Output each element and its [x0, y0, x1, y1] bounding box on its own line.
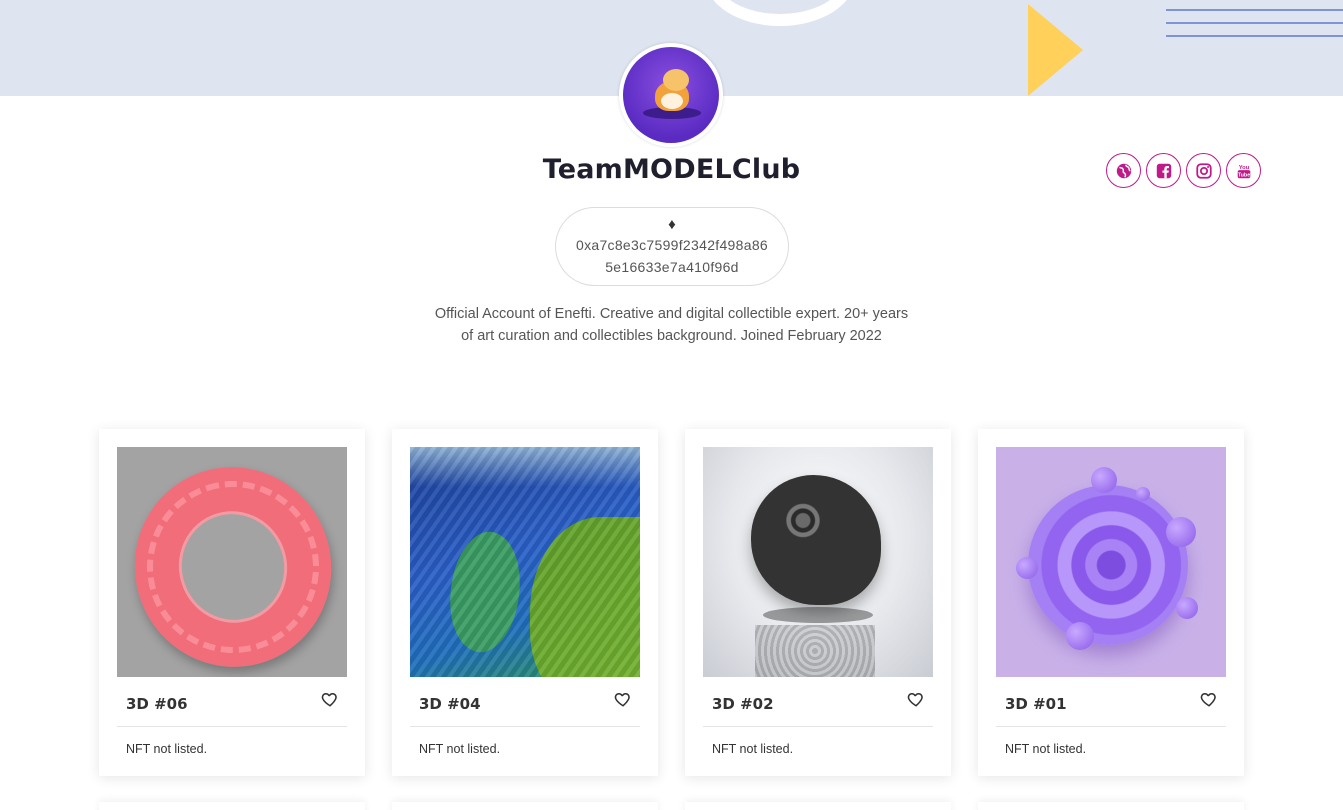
nft-status: NFT not listed. [126, 742, 208, 756]
nft-image[interactable] [703, 447, 933, 677]
banner-triangle-decoration [1028, 4, 1083, 96]
instagram-icon[interactable] [1186, 153, 1221, 188]
nft-image[interactable] [996, 447, 1226, 677]
nft-image[interactable] [410, 447, 640, 677]
heart-icon[interactable] [1200, 690, 1218, 708]
wallet-address-pill[interactable]: ♦ 0xa7c8e3c7599f2342f498a86 5e16633e7a41… [555, 207, 789, 286]
nft-title[interactable]: 3D #02 [712, 691, 774, 713]
nft-grid: 3D #06 NFT not listed. 3D #04 NFT not li… [99, 429, 1244, 776]
globe-icon[interactable] [1106, 153, 1141, 188]
nft-card[interactable]: 3D #04 NFT not listed. [392, 429, 658, 776]
wallet-address-line1: 0xa7c8e3c7599f2342f498a86 [575, 237, 768, 253]
nft-title[interactable]: 3D #06 [126, 691, 188, 713]
nft-card[interactable] [978, 802, 1244, 810]
nft-card[interactable] [392, 802, 658, 810]
banner-lines-decoration [1166, 9, 1343, 48]
nft-title[interactable]: 3D #01 [1005, 691, 1067, 713]
facebook-icon[interactable] [1146, 153, 1181, 188]
heart-icon[interactable] [614, 690, 632, 708]
nft-status: NFT not listed. [419, 742, 501, 756]
nft-image[interactable] [117, 447, 347, 677]
nft-card[interactable]: 3D #01 NFT not listed. [978, 429, 1244, 776]
nft-grid-next-row [99, 802, 1244, 810]
nft-title[interactable]: 3D #04 [419, 691, 481, 713]
heart-icon[interactable] [321, 690, 339, 708]
ethereum-icon: ♦ [668, 216, 676, 233]
banner-arc-decoration [705, 0, 855, 26]
svg-text:Tube: Tube [1237, 172, 1249, 178]
youtube-icon[interactable]: You Tube [1226, 153, 1261, 188]
profile-bio: Official Account of Enefti. Creative and… [434, 306, 909, 344]
profile-avatar [619, 43, 723, 147]
nft-card[interactable] [685, 802, 951, 810]
nft-card[interactable]: 3D #02 NFT not listed. [685, 429, 951, 776]
nft-card[interactable] [99, 802, 365, 810]
nft-status: NFT not listed. [712, 742, 794, 756]
nft-card[interactable]: 3D #06 NFT not listed. [99, 429, 365, 776]
social-links: You Tube [1106, 153, 1261, 188]
nft-status: NFT not listed. [1005, 742, 1087, 756]
heart-icon[interactable] [907, 690, 925, 708]
wallet-address-line2: 5e16633e7a410f96d [605, 259, 739, 275]
